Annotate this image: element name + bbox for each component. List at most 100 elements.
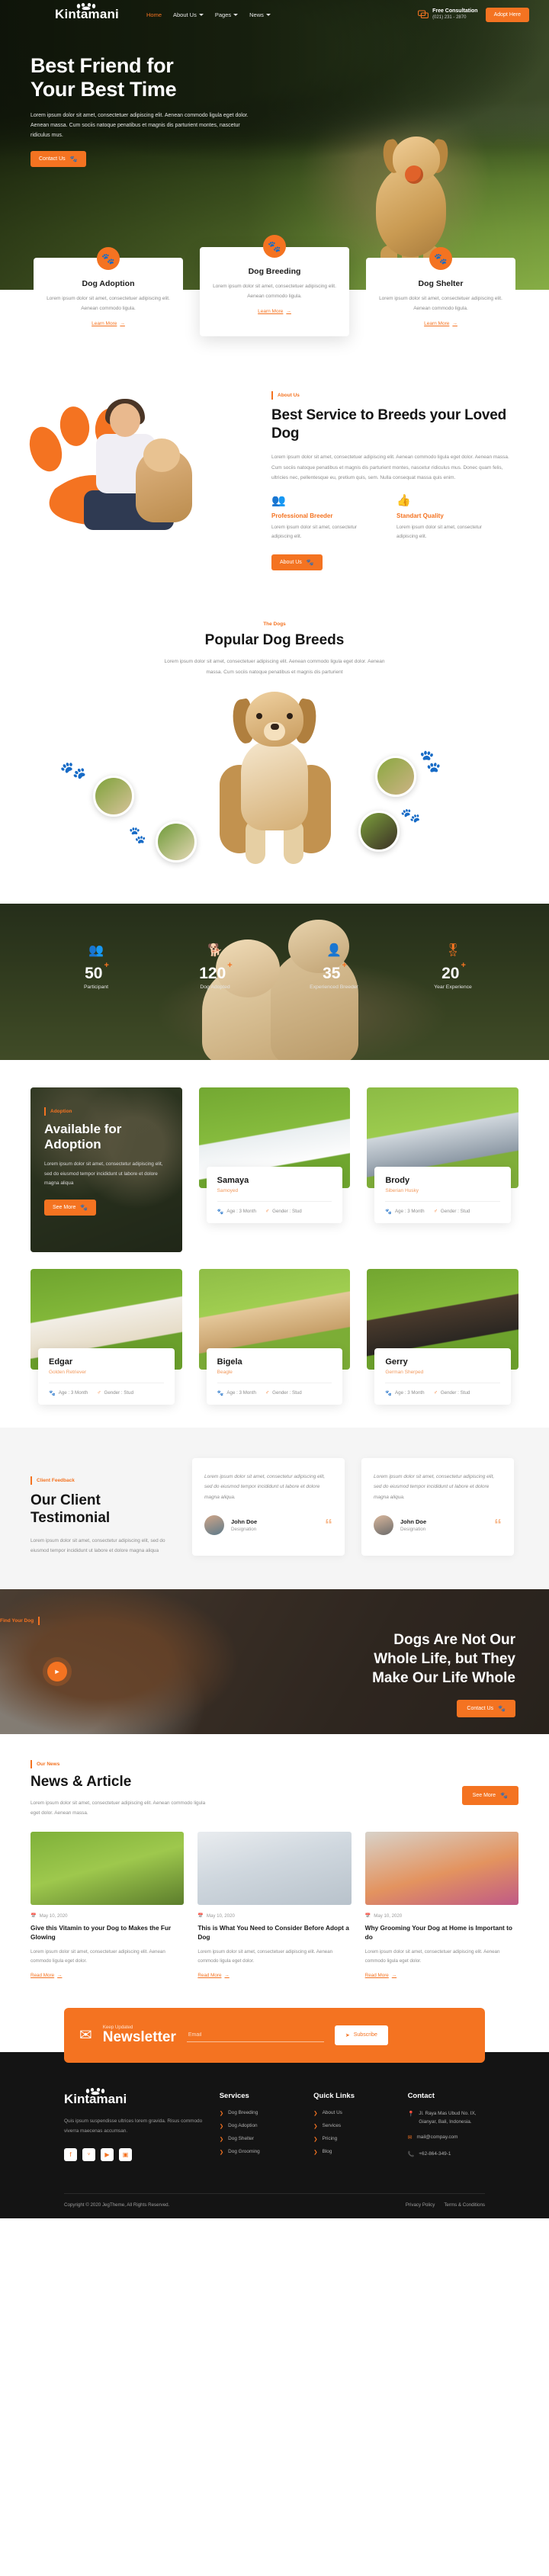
footer-contact-column: Contact 📍 Jl. Raya Mas Ubud No. IX, Giany… (408, 2092, 485, 2168)
feature-standart-quality: 👍 Standart Quality Lorem ipsum dolor sit… (396, 495, 503, 542)
footer-email[interactable]: ✉ mail@compay.com (408, 2134, 485, 2143)
about-image-group (29, 384, 259, 582)
news-title: News & Article (30, 1774, 132, 1791)
youtube-icon[interactable]: ▶ (101, 2147, 114, 2161)
about-us-button[interactable]: About Us 🐾 (271, 554, 323, 570)
dog-card-samaya[interactable]: Samaya Samoyed 🐾 Age : 3 Month ♂ Gender : … (198, 1087, 351, 1252)
service-learn-more-link[interactable]: Learn More → (92, 321, 125, 326)
hero-title-line1: Best Friend for (30, 54, 174, 77)
arrow-right-icon: → (224, 1972, 230, 1978)
footer-link-dog-shelter[interactable]: ❯ Dog Shelter (220, 2136, 297, 2142)
ball-icon (405, 165, 423, 184)
footer-link-label: Services (322, 2122, 342, 2128)
hero-contact-button[interactable]: Contact Us 🐾 (30, 151, 86, 168)
nav-item-about-us[interactable]: About Us (173, 11, 204, 18)
footer-link-label: Dog Adoption (228, 2122, 258, 2128)
news-card[interactable]: 📅 May 10, 2020 Give this Vitamin to your … (30, 1832, 185, 1980)
stat-value: 50 + (85, 961, 109, 983)
chevron-right-icon: ❯ (219, 2149, 224, 2155)
dog-gender: Gender : Stud (104, 1390, 134, 1396)
footer-services-title: Services (219, 2091, 249, 2100)
cta-contact-button[interactable]: Contact Us 🐾 (457, 1700, 515, 1718)
news-read-more-link[interactable]: Read More → (365, 1973, 396, 1978)
footer-link-label: Pricing (322, 2135, 338, 2141)
nav-item-home[interactable]: Home (146, 11, 162, 18)
paw-decoration-icon: 🐾 (58, 755, 89, 785)
breeds-subtitle: Lorem ipsum dolor sit amet, consectetuer… (164, 659, 385, 675)
dog-card-edgar[interactable]: Edgar Golden Retriever 🐾 Age : 3 Month ♂ G… (30, 1268, 182, 1405)
facebook-icon[interactable]: f (64, 2147, 77, 2161)
stat-plus: + (461, 960, 466, 970)
newsletter-strip: ✉ Keep Updated Newsletter ➤ Subscribe (0, 2006, 549, 2063)
service-card-dog-shelter[interactable]: 🐾 Dog Shelter Lorem ipsum dolor sit amet… (366, 247, 515, 348)
dog-card-bigela[interactable]: Bigela Beagle 🐾 Age : 3 Month ♂ Gender : S… (198, 1268, 351, 1405)
news-read-more-link[interactable]: Read More → (197, 1973, 229, 1978)
footer-link-dog-breeding[interactable]: ❯ Dog Breeding (220, 2110, 297, 2116)
adoption-see-more-button[interactable]: See More 🐾 (44, 1199, 97, 1216)
dog-card-gerry[interactable]: Gerry German Sherped 🐾 Age : 3 Month ♂ Gen… (367, 1268, 518, 1405)
footer-link-about-us[interactable]: ❯ About Us (313, 2110, 390, 2116)
free-consultation[interactable]: Free Consultation (021) 231 - 2870 (418, 8, 478, 21)
cta-title-line1: Dogs Are Not Our (393, 1632, 515, 1649)
brand-logo[interactable]: Kintamani (55, 3, 119, 22)
nav-item-pages[interactable]: Pages (215, 11, 239, 18)
nav-label: About Us (173, 11, 197, 18)
privacy-policy-link[interactable]: Privacy Policy (406, 2202, 435, 2208)
testimonial-role: Designation (400, 1526, 426, 1532)
breeds-tagline: The Dogs (30, 622, 518, 627)
instagram-icon[interactable]: ▣ (119, 2147, 132, 2161)
footer-link-blog[interactable]: ❯ Blog (313, 2149, 390, 2155)
footer-quick-links-column: Quick Links ❯ About Us ❯ Services ❯ Pricing… (313, 2092, 390, 2168)
stat-dog-adopted: 🐕 120 + Dog Adopted (169, 944, 261, 990)
adopt-here-button[interactable]: Adopt Here (485, 7, 529, 22)
breed-thumbnail[interactable] (375, 755, 416, 797)
news-see-more-button[interactable]: See More 🐾 (461, 1786, 518, 1806)
nav-right-group: Free Consultation (021) 231 - 2870 Adopt… (418, 7, 537, 22)
footer-link-dog-adoption[interactable]: ❯ Dog Adoption (220, 2123, 297, 2129)
feature-text: Lorem ipsum dolor sit amet, consectetur … (271, 525, 357, 540)
newsletter-subscribe-button[interactable]: ➤ Subscribe (334, 2025, 388, 2045)
news-read-more-link[interactable]: Read More → (30, 1973, 62, 1978)
service-card-dog-adoption[interactable]: 🐾 Dog Adoption Lorem ipsum dolor sit ame… (34, 247, 183, 348)
service-learn-more-link[interactable]: Learn More → (424, 321, 458, 326)
dog-meta: 🐾 Age : 3 Month ♂ Gender : Stud (49, 1382, 164, 1396)
stat-value: 120 + (199, 961, 232, 983)
footer-phone[interactable]: 📞 +62-864-349-1 (408, 2150, 485, 2160)
feature-title: Standart Quality (396, 512, 444, 520)
paw-icon: 🐾 (429, 247, 452, 270)
news-headline: This is What You Need to Consider Before… (197, 1924, 349, 1942)
breeds-section: The Dogs Popular Dog Breeds Lorem ipsum … (0, 597, 549, 895)
footer-link-pricing[interactable]: ❯ Pricing (313, 2136, 390, 2142)
breed-thumbnail[interactable] (358, 810, 400, 852)
adoption-tagline-label: Adoption (50, 1108, 72, 1114)
chevron-right-icon: ❯ (313, 2149, 318, 2155)
newsletter-email-input[interactable] (186, 2028, 324, 2042)
cta-tagline-label: Find Your Dog (0, 1618, 34, 1624)
feature-text: Lorem ipsum dolor sit amet, consectetur … (396, 525, 482, 540)
hero-title: Best Friend for Your Best Time (30, 54, 252, 102)
breed-thumbnail[interactable] (156, 821, 197, 862)
nav-item-news[interactable]: News (249, 11, 271, 18)
news-tagline-label: Our News (37, 1762, 60, 1768)
footer-link-services[interactable]: ❯ Services (313, 2123, 390, 2129)
arrow-right-icon: → (391, 1972, 397, 1978)
service-card-dog-breeding[interactable]: 🐾 Dog Breeding Lorem ipsum dolor sit ame… (200, 235, 349, 337)
breed-thumbnail[interactable] (93, 775, 134, 817)
facebook-glyph: f (69, 2150, 72, 2158)
twitter-icon[interactable]: ᵛ (82, 2147, 95, 2161)
footer-brand[interactable]: Kintamani (64, 2087, 127, 2107)
dog-card-brody[interactable]: Brody Siberian Husky 🐾 Age : 3 Month ♂ Gen… (367, 1087, 518, 1252)
service-title: Dog Adoption (82, 279, 135, 288)
stat-number: 20 (441, 964, 460, 982)
dog-age: Age : 3 Month (395, 1209, 425, 1215)
dog-gender: Gender : Stud (272, 1209, 302, 1215)
phone-icon: 📞 (407, 2152, 415, 2158)
service-learn-more-link[interactable]: Learn More → (258, 309, 291, 314)
footer-link-dog-grooming[interactable]: ❯ Dog Grooming (220, 2149, 297, 2155)
paw-icon: 🐾 (97, 247, 120, 270)
news-card[interactable]: 📅 May 10, 2020 This is What You Need to C… (197, 1832, 352, 1980)
adoption-grid: Adoption Available for Adoption Lorem ip… (30, 1087, 518, 1405)
hero-content: Best Friend for Your Best Time Lorem ips… (0, 22, 252, 168)
terms-conditions-link[interactable]: Terms & Conditions (444, 2202, 485, 2208)
news-card[interactable]: 📅 May 10, 2020 Why Grooming Your Dog at H… (364, 1832, 518, 1980)
